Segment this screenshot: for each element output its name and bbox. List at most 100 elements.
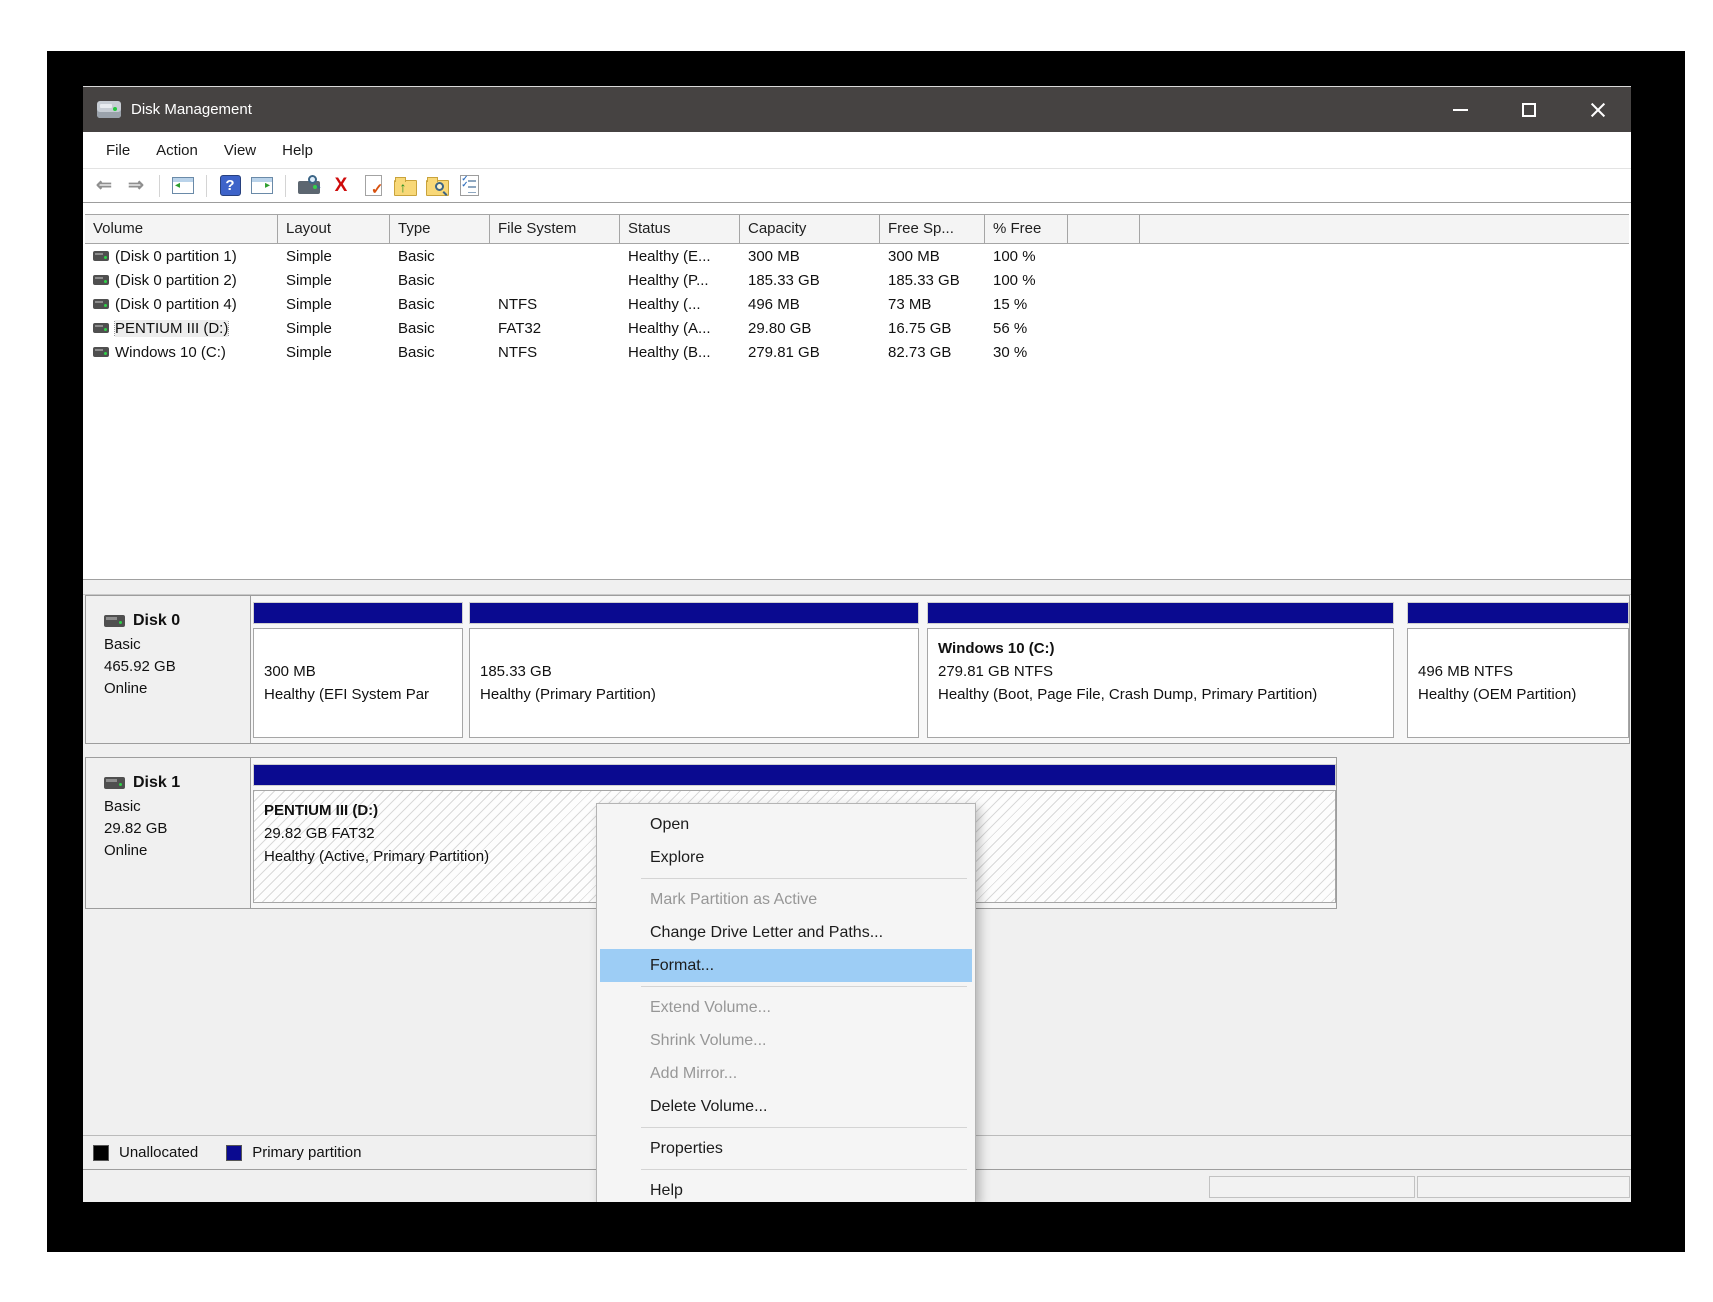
partition-windows-c[interactable]: Windows 10 (C:) 279.81 GB NTFS Healthy (… (927, 596, 1394, 743)
volume-list-area: Volume Layout Type File System Status Ca… (83, 203, 1631, 579)
ctx-shrink-volume: Shrink Volume... (600, 1024, 972, 1057)
col-volume[interactable]: Volume (85, 215, 278, 243)
partition-size: 300 MB (264, 660, 462, 683)
col-pct-free[interactable]: % Free (985, 215, 1068, 243)
table-row[interactable]: (Disk 0 partition 1) Simple Basic Health… (85, 244, 1629, 268)
menu-help[interactable]: Help (269, 136, 326, 165)
table-row[interactable]: Windows 10 (C:) Simple Basic NTFS Health… (85, 340, 1629, 364)
partition-status: Healthy (Primary Partition) (480, 683, 918, 706)
cell-pct: 30 % (985, 344, 1068, 361)
pane-splitter[interactable] (83, 579, 1631, 594)
help-icon[interactable]: ? (217, 173, 243, 199)
close-icon (1590, 102, 1606, 118)
ctx-help[interactable]: Help (600, 1174, 972, 1202)
menu-separator (641, 986, 967, 987)
col-layout[interactable]: Layout (278, 215, 390, 243)
col-file-system[interactable]: File System (490, 215, 620, 243)
disk-management-window: Disk Management File Action View Help ⇐ … (83, 86, 1631, 1202)
folder-up-icon[interactable]: ↑ (392, 173, 418, 199)
menu-action[interactable]: Action (143, 136, 211, 165)
cell-pct: 56 % (985, 320, 1068, 337)
toolbar-separator (159, 175, 160, 197)
drive-icon (93, 347, 109, 357)
col-free-space[interactable]: Free Sp... (880, 215, 985, 243)
partition-efi[interactable]: 300 MB Healthy (EFI System Par (253, 596, 463, 743)
back-arrow-icon[interactable]: ⇐ (91, 173, 117, 199)
menu-separator (641, 878, 967, 879)
cell-capacity: 185.33 GB (740, 272, 880, 289)
ctx-open[interactable]: Open (600, 808, 972, 841)
maximize-button[interactable] (1506, 87, 1552, 132)
cell-capacity: 29.80 GB (740, 320, 880, 337)
col-status[interactable]: Status (620, 215, 740, 243)
disk0-kind: Basic (104, 634, 250, 656)
computer-search-icon[interactable] (296, 173, 322, 199)
delete-x-icon[interactable]: X (328, 173, 354, 199)
disk0-partitions: 300 MB Healthy (EFI System Par 185.33 GB… (251, 596, 1629, 743)
table-row[interactable]: (Disk 0 partition 4) Simple Basic NTFS H… (85, 292, 1629, 316)
primary-partition-label: Primary partition (252, 1144, 361, 1161)
ctx-explore[interactable]: Explore (600, 841, 972, 874)
close-button[interactable] (1575, 87, 1621, 132)
folder-search-icon[interactable] (424, 173, 450, 199)
partition-context-menu: Open Explore Mark Partition as Active Ch… (596, 803, 976, 1202)
partition-name (480, 637, 918, 660)
drive-icon (93, 323, 109, 333)
cell-layout: Simple (278, 296, 390, 313)
partition-color-bar (927, 602, 1394, 624)
volume-table-header: Volume Layout Type File System Status Ca… (85, 214, 1629, 244)
cell-free: 82.73 GB (880, 344, 985, 361)
cell-capacity: 300 MB (740, 248, 880, 265)
unallocated-swatch (93, 1145, 109, 1161)
partition-size: 279.81 GB NTFS (938, 660, 1393, 683)
ctx-format[interactable]: Format... (600, 949, 972, 982)
partition-recovery[interactable]: 185.33 GB Healthy (Primary Partition) (469, 596, 919, 743)
cell-free: 300 MB (880, 248, 985, 265)
disk1-info-panel[interactable]: Disk 1 Basic 29.82 GB Online (86, 758, 251, 908)
cell-free: 73 MB (880, 296, 985, 313)
drive-icon (93, 251, 109, 261)
console-tree-icon[interactable]: ◂ (170, 173, 196, 199)
cell-pct: 100 % (985, 272, 1068, 289)
col-empty (1068, 215, 1140, 243)
cell-status: Healthy (P... (620, 272, 740, 289)
table-row[interactable]: (Disk 0 partition 2) Simple Basic Health… (85, 268, 1629, 292)
minimize-button[interactable] (1437, 87, 1483, 132)
disk1-state: Online (104, 840, 250, 862)
ctx-properties[interactable]: Properties (600, 1132, 972, 1165)
cell-pct: 15 % (985, 296, 1068, 313)
cell-volume: Windows 10 (C:) (115, 344, 226, 361)
toolbar: ⇐ ⇒ ◂ ? ▸ X ✓ ↑ (83, 168, 1631, 203)
disk0-size: 465.92 GB (104, 656, 250, 678)
disk0-info-panel[interactable]: Disk 0 Basic 465.92 GB Online (86, 596, 251, 743)
forward-arrow-icon[interactable]: ⇒ (123, 173, 149, 199)
cell-status: Healthy (E... (620, 248, 740, 265)
cell-type: Basic (390, 344, 490, 361)
menu-separator (641, 1169, 967, 1170)
partition-color-bar (253, 602, 463, 624)
cell-layout: Simple (278, 320, 390, 337)
ctx-change-drive-letter[interactable]: Change Drive Letter and Paths... (600, 916, 972, 949)
partition-size: 496 MB NTFS (1418, 660, 1628, 683)
table-row-selected[interactable]: PENTIUM III (D:) Simple Basic FAT32 Heal… (85, 316, 1629, 340)
checklist-icon[interactable] (456, 173, 482, 199)
ctx-delete-volume[interactable]: Delete Volume... (600, 1090, 972, 1123)
document-check-icon[interactable]: ✓ (360, 173, 386, 199)
desktop-black-frame: Disk Management File Action View Help ⇐ … (47, 51, 1685, 1252)
disk-icon (104, 615, 125, 627)
col-capacity[interactable]: Capacity (740, 215, 880, 243)
partition-status: Healthy (OEM Partition) (1418, 683, 1628, 706)
action-pane-icon[interactable]: ▸ (249, 173, 275, 199)
partition-oem[interactable]: 496 MB NTFS Healthy (OEM Partition) (1407, 596, 1629, 743)
drive-icon (93, 275, 109, 285)
cell-type: Basic (390, 248, 490, 265)
partition-name (264, 637, 462, 660)
titlebar: Disk Management (83, 87, 1631, 132)
cell-layout: Simple (278, 272, 390, 289)
menu-view[interactable]: View (211, 136, 269, 165)
menu-separator (641, 1127, 967, 1128)
menu-file[interactable]: File (93, 136, 143, 165)
screenshot-page: Disk Management File Action View Help ⇐ … (0, 0, 1713, 1302)
col-type[interactable]: Type (390, 215, 490, 243)
partition-color-bar (469, 602, 919, 624)
